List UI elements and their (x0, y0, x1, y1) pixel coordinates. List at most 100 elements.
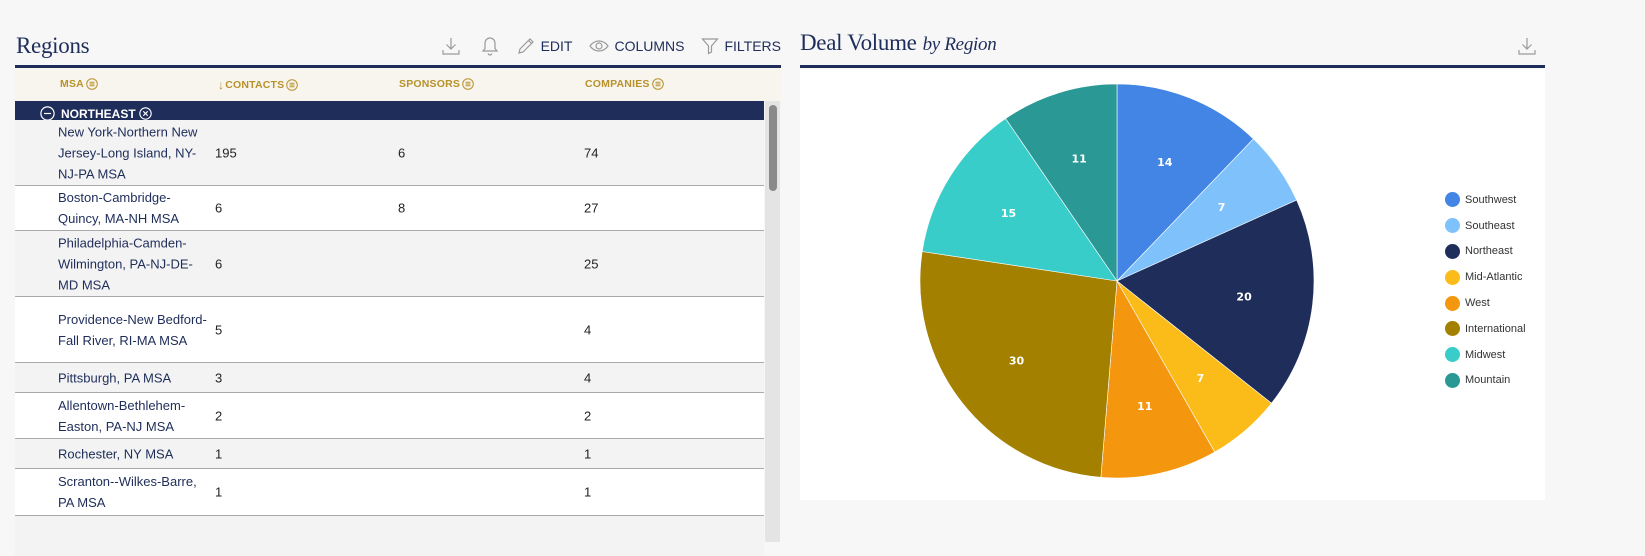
remove-group-icon[interactable] (138, 107, 152, 120)
column-header-companies[interactable]: COMPANIES (585, 78, 664, 90)
chart-area: 14 7 20 7 11 30 15 11 Southwest Southeast Northea… (800, 69, 1545, 500)
legend-item-west[interactable]: West (1445, 290, 1526, 316)
table-row[interactable]: Pittsburgh, PA MSA 3 4 (15, 363, 764, 393)
alert-button[interactable] (481, 36, 499, 56)
legend-item-international[interactable]: International (1445, 316, 1526, 342)
regions-title: Regions (16, 33, 90, 58)
pie-data-label: 30 (1009, 354, 1025, 367)
pie-data-label: 7 (1197, 372, 1205, 385)
table-row[interactable]: Philadelphia-Camden-Wilmington, PA-NJ-DE… (15, 231, 764, 297)
column-header-msa[interactable]: MSA (60, 78, 98, 90)
legend-swatch (1445, 372, 1460, 388)
filter-icon (701, 38, 720, 55)
column-menu-icon[interactable] (651, 78, 664, 90)
contacts-cell: 6 (215, 256, 223, 271)
legend-swatch (1445, 321, 1460, 337)
companies-cell: 4 (584, 322, 592, 337)
contacts-cell: 3 (215, 370, 223, 385)
download-button[interactable] (441, 36, 461, 56)
column-menu-icon[interactable] (86, 78, 98, 90)
column-menu-icon[interactable] (462, 78, 474, 90)
msa-cell: Boston-Cambridge-Quincy, MA-NH MSA (58, 190, 180, 226)
legend-label: International (1465, 322, 1526, 335)
legend-label: Midwest (1465, 348, 1506, 361)
table-header: MSA ↓ CONTACTS SPONSORS COMPANIES (15, 68, 781, 101)
edit-label: EDIT (540, 38, 573, 54)
group-label: NORTHEAST (61, 106, 136, 121)
legend-item-mountain[interactable]: Mountain (1445, 368, 1526, 394)
regions-toolbar: EDIT COLUMNS FILTERS (421, 34, 781, 58)
legend-item-southeast[interactable]: Southeast (1445, 213, 1526, 239)
contacts-cell: 2 (215, 408, 223, 423)
companies-cell: 1 (584, 484, 592, 500)
legend-item-mid-atlantic[interactable]: Mid-Atlantic (1445, 264, 1526, 290)
contacts-cell: 5 (215, 322, 223, 337)
legend-item-midwest[interactable]: Midwest (1445, 342, 1526, 368)
companies-cell: 25 (584, 256, 599, 271)
msa-cell: Providence-New Bedford-Fall River, RI-MA… (58, 311, 207, 348)
legend-label: West (1465, 297, 1490, 310)
companies-cell: 4 (584, 370, 592, 385)
table-scrollbar[interactable] (765, 101, 780, 542)
pie-data-label: 14 (1157, 156, 1173, 169)
pie-chart: 14 7 20 7 11 30 15 11 (919, 83, 1315, 479)
edit-button[interactable]: EDIT (516, 36, 573, 56)
legend-swatch (1445, 192, 1460, 208)
table-row[interactable]: New York-Northern New Jersey-Long Island… (15, 120, 764, 186)
legend-label: Mid-Atlantic (1465, 271, 1523, 284)
sponsors-cell: 6 (398, 145, 406, 160)
msa-cell: Philadelphia-Camden-Wilmington, PA-NJ-DE… (58, 235, 193, 292)
pie-data-label: 7 (1218, 201, 1226, 214)
legend-swatch (1445, 243, 1460, 259)
legend-swatch (1445, 347, 1460, 363)
sponsors-cell: 8 (398, 200, 406, 216)
contacts-cell: 1 (215, 446, 223, 461)
legend-label: Southwest (1465, 193, 1517, 206)
sort-arrow-icon: ↓ (218, 78, 225, 92)
collapse-icon[interactable] (40, 106, 55, 121)
pie-data-label: 15 (1001, 207, 1016, 220)
companies-cell: 74 (584, 145, 599, 160)
pie-data-label: 20 (1236, 291, 1252, 304)
contacts-cell: 1 (215, 484, 223, 500)
regions-panel: Regions EDIT COLUMNS FILTERS MSA ↓ CONTA… (15, 0, 781, 556)
columns-button[interactable]: COLUMNS (589, 38, 684, 54)
legend-label: Northeast (1465, 245, 1513, 258)
msa-cell: Scranton--Wilkes-Barre, PA MSA (58, 474, 197, 510)
column-header-sponsors[interactable]: SPONSORS (399, 78, 474, 90)
pie-data-label: 11 (1137, 400, 1152, 413)
download-icon (1518, 38, 1536, 55)
table-row[interactable]: Allentown-Bethlehem-Easton, PA-NJ MSA 2 … (15, 393, 764, 439)
download-icon (441, 38, 460, 55)
table-row[interactable]: Rochester, NY MSA 1 1 (15, 439, 764, 469)
eye-icon (589, 40, 610, 52)
pencil-icon (517, 38, 534, 54)
chart-legend: Southwest Southeast Northeast Mid-Atlantic W… (1445, 187, 1526, 393)
table-row[interactable]: Boston-Cambridge-Quincy, MA-NH MSA 6 8 2… (15, 186, 764, 231)
legend-item-southwest[interactable]: Southwest (1445, 187, 1526, 213)
chart-download-button[interactable] (1517, 36, 1537, 61)
pie-data-label: 11 (1071, 153, 1086, 166)
companies-cell: 1 (584, 446, 592, 461)
legend-label: Mountain (1465, 374, 1511, 387)
contacts-cell: 195 (215, 145, 237, 160)
filters-label: FILTERS (724, 38, 781, 54)
legend-label: Southeast (1465, 219, 1515, 232)
header-divider (800, 65, 1545, 68)
table-row (15, 516, 764, 556)
column-menu-icon[interactable] (286, 79, 299, 91)
columns-label: COLUMNS (614, 38, 685, 54)
msa-cell: Rochester, NY MSA (58, 446, 174, 461)
table-row[interactable]: Providence-New Bedford-Fall River, RI-MA… (15, 297, 764, 363)
bell-icon (481, 37, 498, 56)
filters-button[interactable]: FILTERS (701, 37, 781, 55)
scrollbar-thumb[interactable] (769, 105, 777, 191)
legend-item-northeast[interactable]: Northeast (1445, 239, 1526, 265)
column-header-contacts[interactable]: ↓ CONTACTS (218, 78, 299, 92)
contacts-cell: 6 (215, 200, 223, 216)
msa-cell: Allentown-Bethlehem-Easton, PA-NJ MSA (58, 397, 186, 434)
legend-swatch (1445, 295, 1460, 311)
companies-cell: 27 (584, 200, 599, 216)
table-row[interactable]: Scranton--Wilkes-Barre, PA MSA 1 1 (15, 469, 764, 516)
legend-swatch (1445, 269, 1460, 285)
